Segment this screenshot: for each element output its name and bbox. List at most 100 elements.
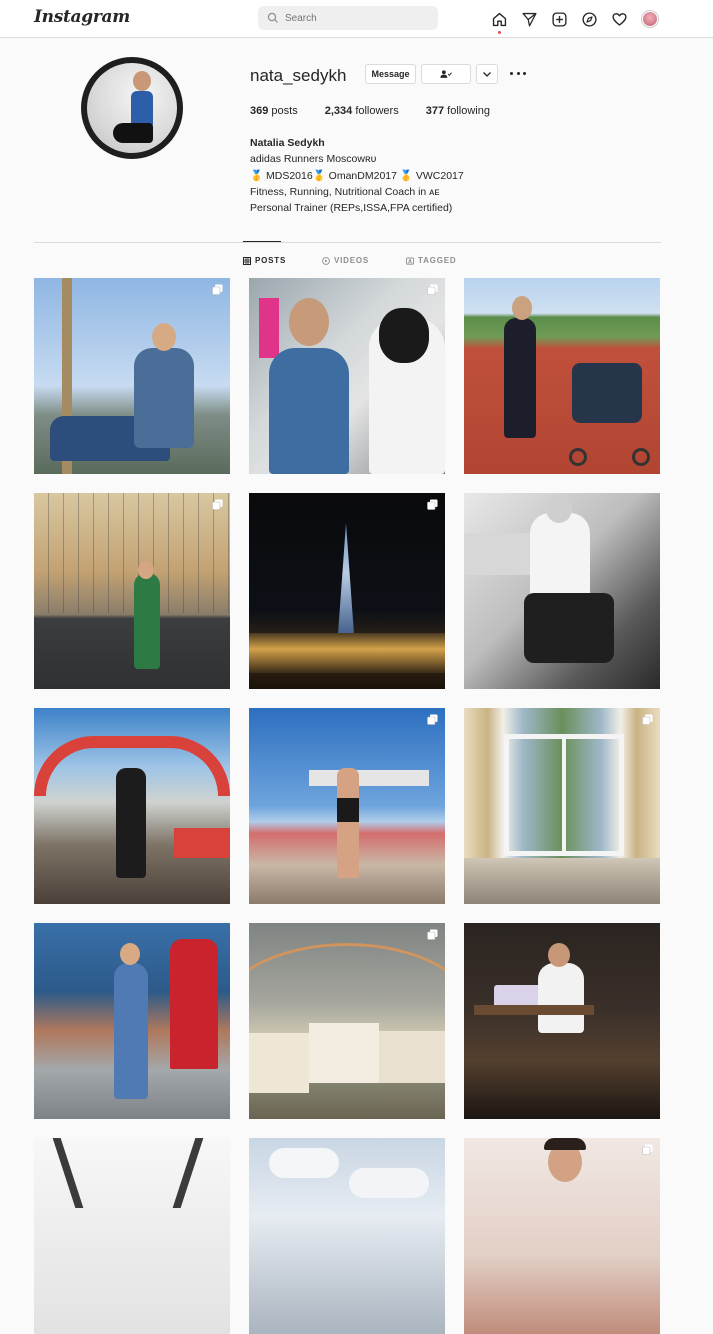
new-post-icon[interactable] bbox=[550, 10, 569, 29]
posts-count: 369 bbox=[250, 105, 269, 117]
medal-icon: 🥇 bbox=[399, 169, 413, 182]
search-input[interactable] bbox=[285, 12, 425, 24]
profile-username: nata_sedykh bbox=[250, 66, 347, 85]
followers-label: followers bbox=[355, 105, 399, 117]
following-count: 377 bbox=[425, 105, 445, 117]
post-tile[interactable] bbox=[464, 708, 660, 904]
runner-shape bbox=[116, 768, 146, 878]
explore-icon[interactable] bbox=[580, 10, 599, 29]
person-shape bbox=[134, 573, 160, 669]
stroller-wheel bbox=[632, 448, 650, 466]
post-tile[interactable] bbox=[34, 278, 230, 474]
posts-label: posts bbox=[271, 105, 298, 117]
athlete-shorts bbox=[337, 798, 359, 822]
home-icon[interactable] bbox=[490, 10, 509, 34]
post-tile[interactable] bbox=[34, 493, 230, 689]
profile-tabs: POSTS VIDEOS TAGGED bbox=[0, 256, 713, 268]
person-head bbox=[548, 943, 570, 967]
profile-avatar[interactable] bbox=[640, 10, 659, 29]
post-tile[interactable] bbox=[249, 278, 445, 474]
post-tile[interactable] bbox=[249, 923, 445, 1119]
artist-hair bbox=[379, 308, 429, 363]
multiple-posts-icon bbox=[212, 499, 223, 510]
profile-picture-legs bbox=[113, 123, 153, 143]
profile-picture-body bbox=[131, 91, 153, 127]
post-tile[interactable] bbox=[464, 923, 660, 1119]
grid-icon bbox=[243, 256, 251, 265]
profile-stats: 369 posts 2,334 followers 377 following bbox=[250, 105, 490, 117]
suggested-dropdown-button[interactable] bbox=[476, 64, 498, 84]
post-tile[interactable] bbox=[464, 1138, 660, 1334]
person-head bbox=[138, 561, 154, 579]
person-head bbox=[152, 323, 176, 351]
table-shape bbox=[474, 1005, 594, 1015]
tagged-icon bbox=[406, 257, 414, 265]
more-options-button[interactable] bbox=[510, 67, 526, 79]
chair-shape bbox=[524, 593, 614, 663]
person-head bbox=[512, 296, 532, 320]
multiple-posts-icon bbox=[427, 499, 438, 510]
bridge-beam bbox=[52, 1138, 84, 1208]
medal-icon: 🥇 bbox=[250, 169, 264, 182]
direct-icon[interactable] bbox=[520, 10, 539, 29]
tower-shape bbox=[337, 523, 355, 648]
cloud-shape bbox=[269, 1148, 339, 1178]
person-head bbox=[546, 495, 572, 523]
floor bbox=[464, 858, 660, 904]
bio-line-1: adidas Runners Moscowʀᴜ bbox=[250, 153, 377, 166]
tab-videos-label: VIDEOS bbox=[334, 256, 370, 265]
stadium-roof bbox=[309, 770, 429, 786]
search-box[interactable] bbox=[258, 6, 438, 30]
medal-icon: 🥇 bbox=[312, 169, 326, 182]
post-tile[interactable] bbox=[34, 708, 230, 904]
active-page-dot bbox=[498, 30, 501, 34]
multiple-posts-icon bbox=[427, 929, 438, 940]
multiple-posts-icon bbox=[427, 714, 438, 725]
post-tile[interactable] bbox=[34, 1138, 230, 1334]
stroller-wheel bbox=[569, 448, 587, 466]
posts-stat: 369 posts bbox=[250, 105, 298, 117]
profile-bio: Natalia Sedykh adidas Runners Moscowʀᴜ 🥇… bbox=[250, 135, 464, 216]
window-mullion bbox=[562, 734, 566, 856]
bio-text: VWC2017 bbox=[412, 169, 464, 182]
multiple-posts-icon bbox=[642, 1144, 653, 1155]
post-tile[interactable] bbox=[464, 493, 660, 689]
dot bbox=[523, 71, 526, 75]
person-shape bbox=[504, 318, 536, 438]
house-shape bbox=[379, 1031, 445, 1083]
profile-avatar-image bbox=[641, 11, 658, 27]
person-hair bbox=[544, 1138, 586, 1150]
person-shape bbox=[538, 963, 584, 1033]
tabs-divider bbox=[34, 242, 661, 243]
chevron-down-icon bbox=[483, 72, 491, 77]
post-tile[interactable] bbox=[249, 493, 445, 689]
followers-stat[interactable]: 2,334 followers bbox=[325, 105, 399, 117]
fence-net bbox=[34, 493, 230, 613]
tab-posts-label: POSTS bbox=[255, 256, 287, 265]
multiple-posts-icon bbox=[642, 714, 653, 725]
cloud-shape bbox=[349, 1168, 429, 1198]
phone-booth bbox=[170, 939, 218, 1069]
post-tile[interactable] bbox=[464, 278, 660, 474]
house-shape bbox=[309, 1023, 379, 1083]
profile-picture[interactable] bbox=[81, 57, 183, 159]
post-tile[interactable] bbox=[34, 923, 230, 1119]
posts-grid bbox=[34, 278, 661, 1334]
full-name: Natalia Sedykh bbox=[250, 137, 325, 149]
message-button[interactable]: Message bbox=[365, 64, 416, 84]
post-tile[interactable] bbox=[249, 708, 445, 904]
following-label: following bbox=[447, 105, 490, 117]
post-tile[interactable] bbox=[249, 1138, 445, 1334]
following-button[interactable] bbox=[421, 64, 471, 84]
instagram-logo[interactable]: Instagram bbox=[34, 7, 130, 27]
person-shape bbox=[269, 348, 349, 474]
tab-videos[interactable]: VIDEOS bbox=[322, 256, 369, 265]
activity-icon[interactable] bbox=[610, 10, 629, 29]
tab-tagged[interactable]: TAGGED bbox=[406, 256, 456, 265]
dot bbox=[516, 71, 520, 75]
tab-posts[interactable]: POSTS bbox=[243, 256, 286, 265]
bio-text: MDS2016 bbox=[263, 169, 313, 182]
following-stat[interactable]: 377 following bbox=[426, 105, 490, 117]
bio-line-4: Personal Trainer (REPs,ISSA,FPA certifie… bbox=[250, 202, 453, 215]
city-lights bbox=[249, 633, 445, 673]
